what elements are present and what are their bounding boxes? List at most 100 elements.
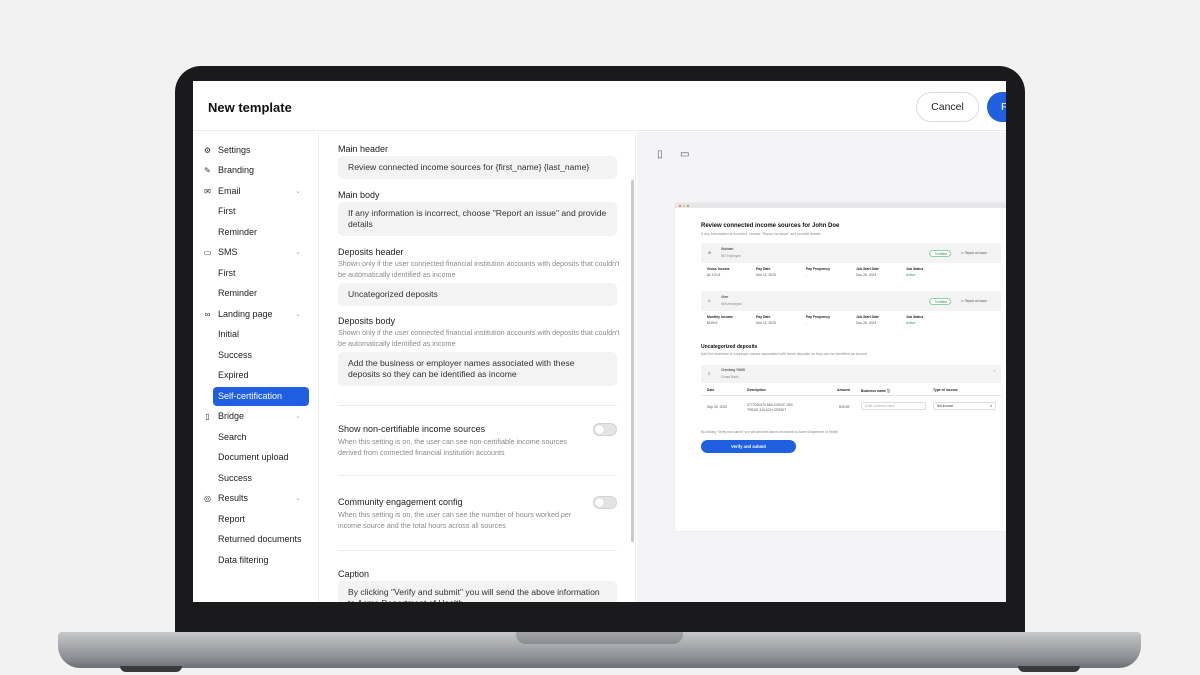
field-key: Pay Frequency: [806, 267, 831, 271]
field-value: Nov 11, 2025: [756, 273, 776, 277]
income-type-select[interactable]: Not income ▾: [933, 402, 996, 410]
source-type: W2 Employee: [721, 254, 741, 258]
sidebar-subitem-data-filtering[interactable]: Data filtering: [213, 551, 309, 570]
income-source-card: W Walmart W2 Employee Certified ✕ Report…: [701, 243, 1001, 263]
noncertifiable-label: Show non-certifiable income sources: [338, 424, 486, 434]
account-avatar: C: [708, 372, 711, 376]
chevron-up-icon[interactable]: ⌃: [993, 370, 996, 374]
report-issue-link[interactable]: ✕ Report an issue: [961, 298, 987, 305]
sidebar-item-label: Results: [218, 493, 249, 503]
caption-input[interactable]: By clicking "Verify and submit" you will…: [338, 581, 617, 602]
sidebar-item-landing-page[interactable]: ∞ Landing page ⌄: [203, 305, 309, 324]
sidebar-subitem-sms-first[interactable]: First: [213, 264, 309, 283]
sidebar-item-label: Landing page: [218, 309, 273, 319]
laptop-foot: [1018, 666, 1080, 672]
field-key: Gross Income: [707, 267, 730, 271]
form-scrollbar[interactable]: [631, 180, 634, 542]
cancel-button[interactable]: Cancel: [916, 92, 979, 122]
sidebar-item-label: Settings: [218, 145, 251, 155]
dot-icon: [679, 204, 681, 207]
source-name: Walmart: [721, 247, 734, 251]
sidebar-item-label: SMS: [218, 247, 238, 257]
main-body-label: Main body: [338, 190, 380, 200]
deposits-body-label: Deposits body: [338, 316, 396, 326]
table-header: Date: [707, 388, 715, 392]
community-label: Community engagement config: [338, 497, 463, 507]
laptop-notch: [516, 632, 683, 644]
sidebar-subitem-report[interactable]: Report: [213, 510, 309, 529]
sidebar-subitem-success[interactable]: Success: [213, 346, 309, 365]
sidebar-subitem-document-upload[interactable]: Document upload: [213, 448, 309, 467]
source-avatar: U: [708, 299, 711, 303]
primary-button[interactable]: P: [987, 92, 1006, 122]
noncertifiable-toggle[interactable]: [593, 423, 617, 436]
sidebar-item-label: Email: [218, 186, 241, 196]
sidebar-subitem-returned-documents[interactable]: Returned documents: [213, 530, 309, 549]
sidebar-subitem-expired[interactable]: Expired: [213, 366, 309, 385]
main-header-input[interactable]: Review connected income sources for {fir…: [338, 156, 617, 179]
noncertifiable-help: When this setting is on, the user can se…: [338, 437, 567, 457]
sidebar-item-branding[interactable]: ✎ Branding: [203, 161, 309, 180]
deposits-subtitle: Add the business or employer names assoc…: [701, 352, 868, 356]
sidebar-subitem-self-certification[interactable]: Self-certification: [213, 387, 309, 406]
community-toggle[interactable]: [593, 496, 617, 509]
deposits-header-input[interactable]: Uncategorized deposits: [338, 283, 617, 306]
pen-icon: ✎: [204, 166, 211, 175]
field-value: Nov 28, 2023: [856, 273, 877, 277]
field-value: Nov 11, 2025: [756, 321, 776, 325]
source-type: Self-employed: [721, 302, 742, 306]
community-help: When this setting is on, the user can se…: [338, 510, 572, 530]
deposits-title: Uncategorized deposits: [701, 344, 758, 350]
table-header: Type of income: [933, 388, 958, 392]
top-bar: New template Cancel P: [193, 81, 1006, 131]
sidebar-subitem-search[interactable]: Search: [213, 428, 309, 447]
chevron-down-icon: ⌄: [295, 188, 301, 195]
source-name: Uber: [721, 295, 729, 299]
table-header: Description: [747, 388, 766, 392]
preview-subtitle: If any information is incorrect, choose …: [701, 232, 821, 236]
field-key: Pay Date: [756, 267, 771, 271]
field-value: $159.6: [707, 321, 718, 325]
field-key: Job Start Date: [856, 267, 879, 271]
table-cell: TREAS 310 ACH CREDIT: [747, 408, 787, 412]
table-header: Amount: [837, 388, 850, 392]
deposits-body-input[interactable]: Add the business or employer names assoc…: [338, 352, 617, 386]
table-header: Business name ⓘ: [861, 389, 891, 393]
sidebar-subitem-email-reminder[interactable]: Reminder: [213, 223, 309, 242]
sidebar-subitem-bridge-success[interactable]: Success: [213, 469, 309, 488]
chevron-down-icon: ⌄: [295, 249, 301, 256]
mobile-preview-icon[interactable]: ▯: [657, 149, 663, 160]
sidebar-item-email[interactable]: ✉ Email ⌄: [203, 182, 309, 201]
source-avatar: W: [708, 251, 712, 255]
dot-icon: [687, 204, 689, 207]
sidebar-item-results[interactable]: ◎ Results ⌄: [203, 489, 309, 508]
deposits-header-help: Shown only if the user connected financi…: [338, 259, 620, 279]
dot-icon: [683, 204, 685, 207]
table-cell: Sep 30, 2025: [707, 405, 728, 409]
divider: [338, 550, 617, 551]
field-key: Job Status: [906, 267, 924, 271]
account-bank: Chase Bank: [721, 375, 739, 379]
sidebar-item-sms[interactable]: ▭ SMS ⌄: [203, 243, 309, 262]
field-key: Pay Date: [756, 315, 771, 319]
business-name-input[interactable]: Enter business name: [861, 402, 926, 410]
preview-panel: ▯ ▭ Review connected income sources for …: [637, 132, 1006, 602]
certified-badge: Certified: [929, 298, 951, 305]
phone-icon: ▯: [205, 412, 210, 421]
page-title: New template: [208, 100, 292, 115]
main-body-input[interactable]: If any information is incorrect, choose …: [338, 202, 617, 236]
sidebar-subitem-initial[interactable]: Initial: [213, 325, 309, 344]
sidebar-subitem-email-first[interactable]: First: [213, 202, 309, 221]
verify-submit-button[interactable]: Verify and submit: [701, 440, 796, 453]
report-issue-link[interactable]: ✕ Report an issue: [961, 250, 987, 257]
desktop-preview-icon[interactable]: ▭: [680, 149, 689, 160]
sidebar-subitem-sms-reminder[interactable]: Reminder: [213, 284, 309, 303]
link-icon: ∞: [204, 310, 211, 319]
chevron-down-icon: ▾: [990, 404, 992, 408]
account-card[interactable]: C Checking *0665 Chase Bank ⌃: [701, 365, 1001, 383]
preview-window: Review connected income sources for John…: [675, 203, 1006, 531]
preview-caption: By clicking "Verify and submit" you will…: [701, 430, 838, 434]
chevron-down-icon: ⌄: [295, 413, 301, 420]
sidebar-item-bridge[interactable]: ▯ Bridge ⌄: [203, 407, 309, 426]
sidebar-item-settings[interactable]: ⚙ Settings: [203, 141, 309, 160]
